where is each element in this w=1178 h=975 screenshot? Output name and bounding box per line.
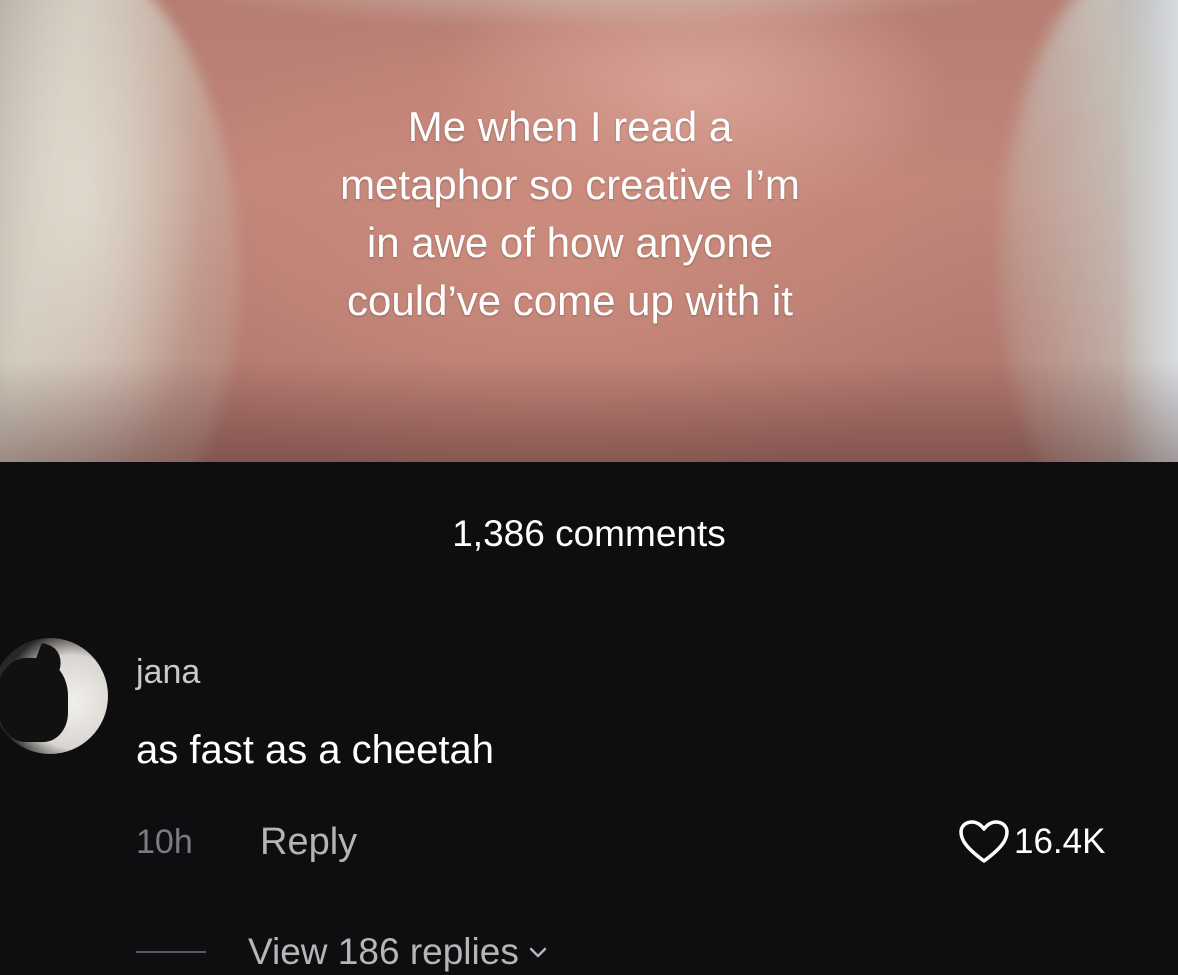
reply-button[interactable]: Reply [260,818,357,866]
view-replies-label: View 186 replies [248,931,519,972]
comments-panel: 1,386 comments jana as fast as a cheetah… [0,462,1178,975]
video-frame[interactable]: Me when I read a metaphor so creative I’… [0,0,1178,462]
comment-timestamp: 10h [136,823,193,861]
like-button[interactable]: 16.4K [958,818,1105,866]
video-shade [0,360,1178,462]
comments-count: 1,386 comments [452,513,726,554]
like-count: 16.4K [1014,822,1106,861]
comment-author[interactable]: jana [136,650,200,694]
hair-top [120,0,1080,70]
comment-text: as fast as a cheetah [136,728,495,772]
view-replies-button[interactable]: View 186 replies [136,928,551,975]
replies-divider [136,951,206,953]
avatar[interactable] [0,638,108,754]
chevron-down-icon [529,947,547,958]
heart-icon [959,820,1009,863]
screen: Me when I read a metaphor so creative I’… [0,0,1178,975]
video-caption: Me when I read a metaphor so creative I’… [340,103,800,324]
